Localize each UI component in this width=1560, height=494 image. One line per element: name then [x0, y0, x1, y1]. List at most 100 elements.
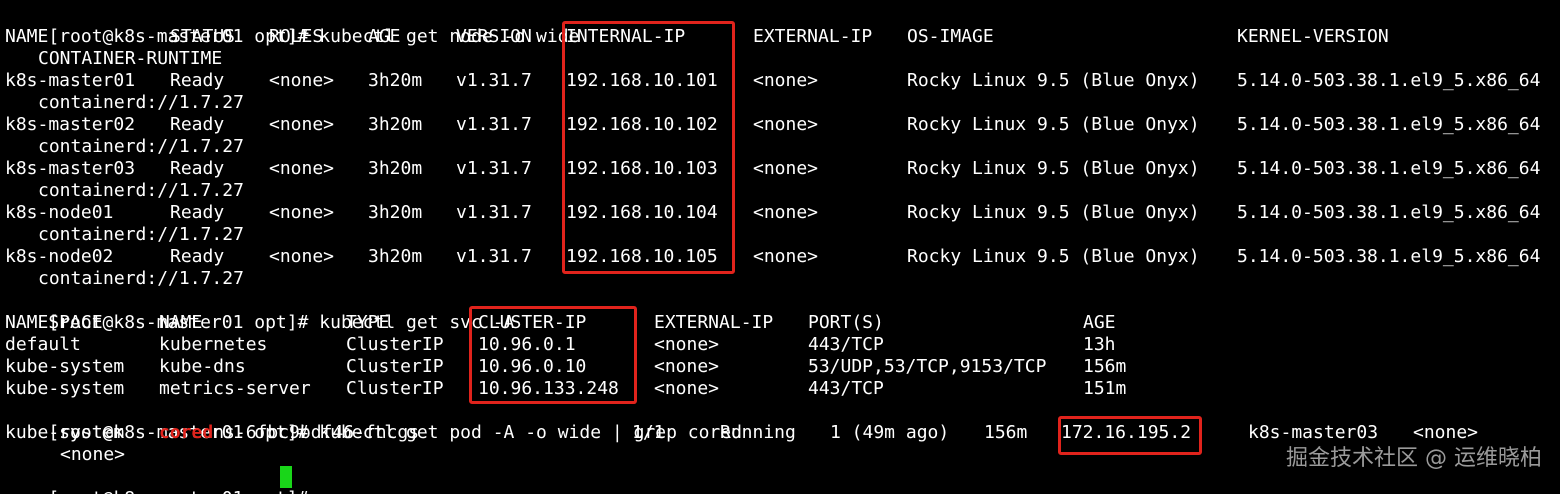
- node-age: 3h20m: [368, 114, 423, 135]
- column-header: EXTERNAL-IP: [654, 312, 774, 333]
- table-row-wrap: containerd://1.7.27: [5, 268, 244, 290]
- node-os-image: Rocky Linux 9.5 (Blue Onyx): [907, 114, 1200, 135]
- node-name: k8s-master02: [5, 114, 136, 135]
- svc-age: 156m: [1083, 356, 1127, 377]
- pod-readiness-gates: <none>: [60, 444, 126, 465]
- column-header: VERSION: [456, 26, 532, 47]
- pod-node: k8s-master03: [1248, 422, 1379, 443]
- node-name: k8s-node01: [5, 202, 114, 223]
- node-kernel: 5.14.0-503.38.1.el9_5.x86_64: [1237, 246, 1541, 267]
- table-row: k8s-master03 Ready <none> 3h20m v1.31.7 …: [5, 158, 1540, 180]
- command-line-current[interactable]: [root@k8s-master01 opt]#: [5, 466, 319, 494]
- node-roles: <none>: [269, 158, 335, 179]
- svc-external-ip: <none>: [654, 334, 720, 355]
- node-roles: <none>: [269, 246, 335, 267]
- cluster-ip-highlight-box: [469, 306, 637, 404]
- column-header: OS-IMAGE: [907, 26, 994, 47]
- node-status: Ready: [170, 246, 225, 267]
- svc-type: ClusterIP: [346, 356, 444, 377]
- command-text: kubectl get node -o wide: [319, 26, 580, 47]
- svc-type: ClusterIP: [346, 378, 444, 399]
- node-roles: <none>: [269, 114, 335, 135]
- column-header: NAMESPACE: [5, 312, 103, 333]
- svc-age: 13h: [1083, 334, 1116, 355]
- svc-namespace: default: [5, 334, 81, 355]
- svc-external-ip: <none>: [654, 378, 720, 399]
- node-table-header-wrap: CONTAINER-RUNTIME: [5, 48, 222, 70]
- svc-ports: 53/UDP,53/TCP,9153/TCP: [808, 356, 1047, 377]
- terminal-cursor[interactable]: [280, 466, 292, 488]
- node-name: k8s-node02: [5, 246, 114, 267]
- node-name: k8s-master03: [5, 158, 136, 179]
- node-os-image: Rocky Linux 9.5 (Blue Onyx): [907, 70, 1200, 91]
- node-external-ip: <none>: [753, 158, 819, 179]
- service-table-header: NAMESPACE NAME TYPE CLUSTER-IP EXTERNAL-…: [5, 312, 1116, 334]
- node-name: k8s-master01: [5, 70, 136, 91]
- svc-name: kube-dns: [159, 356, 246, 377]
- table-row-wrap: containerd://1.7.27: [5, 136, 244, 158]
- command-line-get-node: [root@k8s-master01 opt]# kubectl get nod…: [5, 4, 579, 47]
- svc-ports: 443/TCP: [808, 378, 884, 399]
- column-header: NAME: [5, 26, 49, 47]
- table-row: k8s-master01 Ready <none> 3h20m v1.31.7 …: [5, 70, 1540, 92]
- node-kernel: 5.14.0-503.38.1.el9_5.x86_64: [1237, 202, 1541, 223]
- table-row-wrap: containerd://1.7.27: [5, 180, 244, 202]
- node-external-ip: <none>: [753, 70, 819, 91]
- column-header: CONTAINER-RUNTIME: [38, 48, 223, 69]
- column-header: AGE: [1083, 312, 1116, 333]
- column-header: KERNEL-VERSION: [1237, 26, 1389, 47]
- node-os-image: Rocky Linux 9.5 (Blue Onyx): [907, 202, 1200, 223]
- pod-namespace: kube-system: [5, 422, 125, 443]
- table-row: k8s-node01 Ready <none> 3h20m v1.31.7 19…: [5, 202, 1540, 224]
- node-version: v1.31.7: [456, 158, 532, 179]
- node-version: v1.31.7: [456, 202, 532, 223]
- pod-nominated-node: <none>: [1413, 422, 1479, 443]
- svc-external-ip: <none>: [654, 356, 720, 377]
- node-age: 3h20m: [368, 246, 423, 267]
- node-external-ip: <none>: [753, 202, 819, 223]
- pod-status: Running: [720, 422, 796, 443]
- node-kernel: 5.14.0-503.38.1.el9_5.x86_64: [1237, 158, 1541, 179]
- grep-match-text: cored: [159, 422, 214, 443]
- node-age: 3h20m: [368, 202, 423, 223]
- table-row: k8s-node02 Ready <none> 3h20m v1.31.7 19…: [5, 246, 1540, 268]
- internal-ip-highlight-box: [562, 21, 735, 274]
- table-row-wrap: containerd://1.7.27: [5, 224, 244, 246]
- node-runtime: containerd://1.7.27: [38, 268, 244, 289]
- svc-age: 151m: [1083, 378, 1127, 399]
- pod-row: kube-system coredns-6fbc9bdf46-fncgs 1/1…: [5, 422, 1478, 444]
- column-header: ROLES: [269, 26, 324, 47]
- svc-namespace: kube-system: [5, 356, 125, 377]
- table-row-wrap: containerd://1.7.27: [5, 92, 244, 114]
- node-status: Ready: [170, 70, 225, 91]
- node-kernel: 5.14.0-503.38.1.el9_5.x86_64: [1237, 114, 1541, 135]
- table-row: kube-system metrics-server ClusterIP 10.…: [5, 378, 1126, 400]
- svc-namespace: kube-system: [5, 378, 125, 399]
- column-header: STATUS: [170, 26, 236, 47]
- node-age: 3h20m: [368, 70, 423, 91]
- column-header: AGE: [368, 26, 401, 47]
- node-runtime: containerd://1.7.27: [38, 92, 244, 113]
- column-header: PORT(S): [808, 312, 884, 333]
- svc-name: kubernetes: [159, 334, 268, 355]
- node-os-image: Rocky Linux 9.5 (Blue Onyx): [907, 158, 1200, 179]
- pod-restarts: 1 (49m ago): [830, 422, 950, 443]
- node-runtime: containerd://1.7.27: [38, 136, 244, 157]
- column-header: EXTERNAL-IP: [753, 26, 873, 47]
- node-age: 3h20m: [368, 158, 423, 179]
- table-row: k8s-master02 Ready <none> 3h20m v1.31.7 …: [5, 114, 1540, 136]
- node-version: v1.31.7: [456, 246, 532, 267]
- watermark: 掘金技术社区 @ 运维晓柏: [1286, 446, 1542, 471]
- pod-ip-highlight-box: [1058, 416, 1202, 455]
- column-header: NAME: [159, 312, 203, 333]
- terminal-window[interactable]: [root@k8s-master01 opt]# kubectl get nod…: [0, 0, 1560, 494]
- column-header: TYPE: [346, 312, 390, 333]
- svc-name: metrics-server: [159, 378, 311, 399]
- pod-age: 156m: [984, 422, 1028, 443]
- node-external-ip: <none>: [753, 114, 819, 135]
- pod-name: coredns-6fbc9bdf46-fncgs: [159, 422, 419, 444]
- table-row: default kubernetes ClusterIP 10.96.0.1 <…: [5, 334, 1116, 356]
- node-status: Ready: [170, 202, 225, 223]
- pod-row-wrap: <none>: [5, 444, 125, 466]
- node-roles: <none>: [269, 202, 335, 223]
